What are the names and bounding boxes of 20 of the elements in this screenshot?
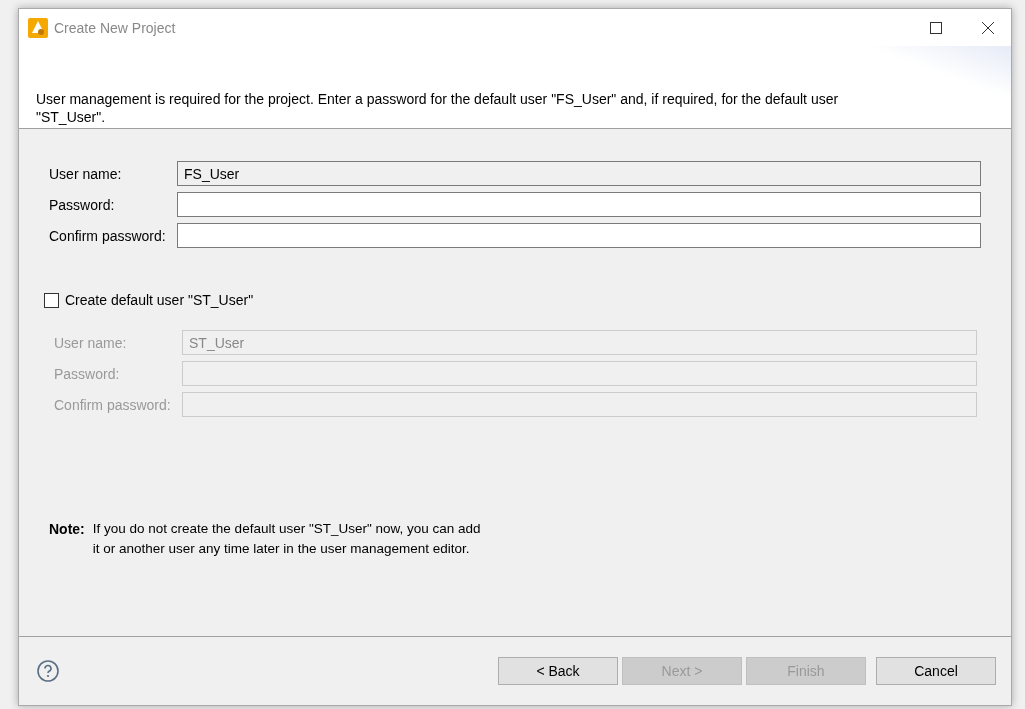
note-text: If you do not create the default user "ST_User" now, you can add it or another user any time later in the user management editor. xyxy=(92,520,482,558)
wizard-button[interactable]: Cancel xyxy=(876,657,996,685)
password-field[interactable] xyxy=(177,223,981,248)
field-label: User name: xyxy=(49,165,123,182)
app-logo-icon xyxy=(28,17,48,38)
window-title: Create New Project xyxy=(54,19,177,36)
field-label: Confirm password: xyxy=(54,396,172,413)
maximize-icon[interactable] xyxy=(930,21,942,34)
field-label: Confirm password: xyxy=(49,227,167,244)
close-icon[interactable] xyxy=(982,21,994,34)
password-field[interactable] xyxy=(177,192,981,217)
user-name-field[interactable]: FS_User xyxy=(177,161,981,186)
help-icon[interactable] xyxy=(37,660,59,682)
field-label: User name: xyxy=(54,334,128,351)
header-message: User management is required for the project. Enter a password for the default user "FS_User" and, if required, for the default user "ST_User". xyxy=(36,90,840,126)
wizard-button[interactable]: < Back xyxy=(498,657,618,685)
note-label: Note: xyxy=(49,521,85,539)
field-label: Password: xyxy=(49,196,116,213)
field-label: Password: xyxy=(54,365,121,382)
create-default-user-checkbox[interactable]: Create default user "ST_User" xyxy=(44,292,254,308)
